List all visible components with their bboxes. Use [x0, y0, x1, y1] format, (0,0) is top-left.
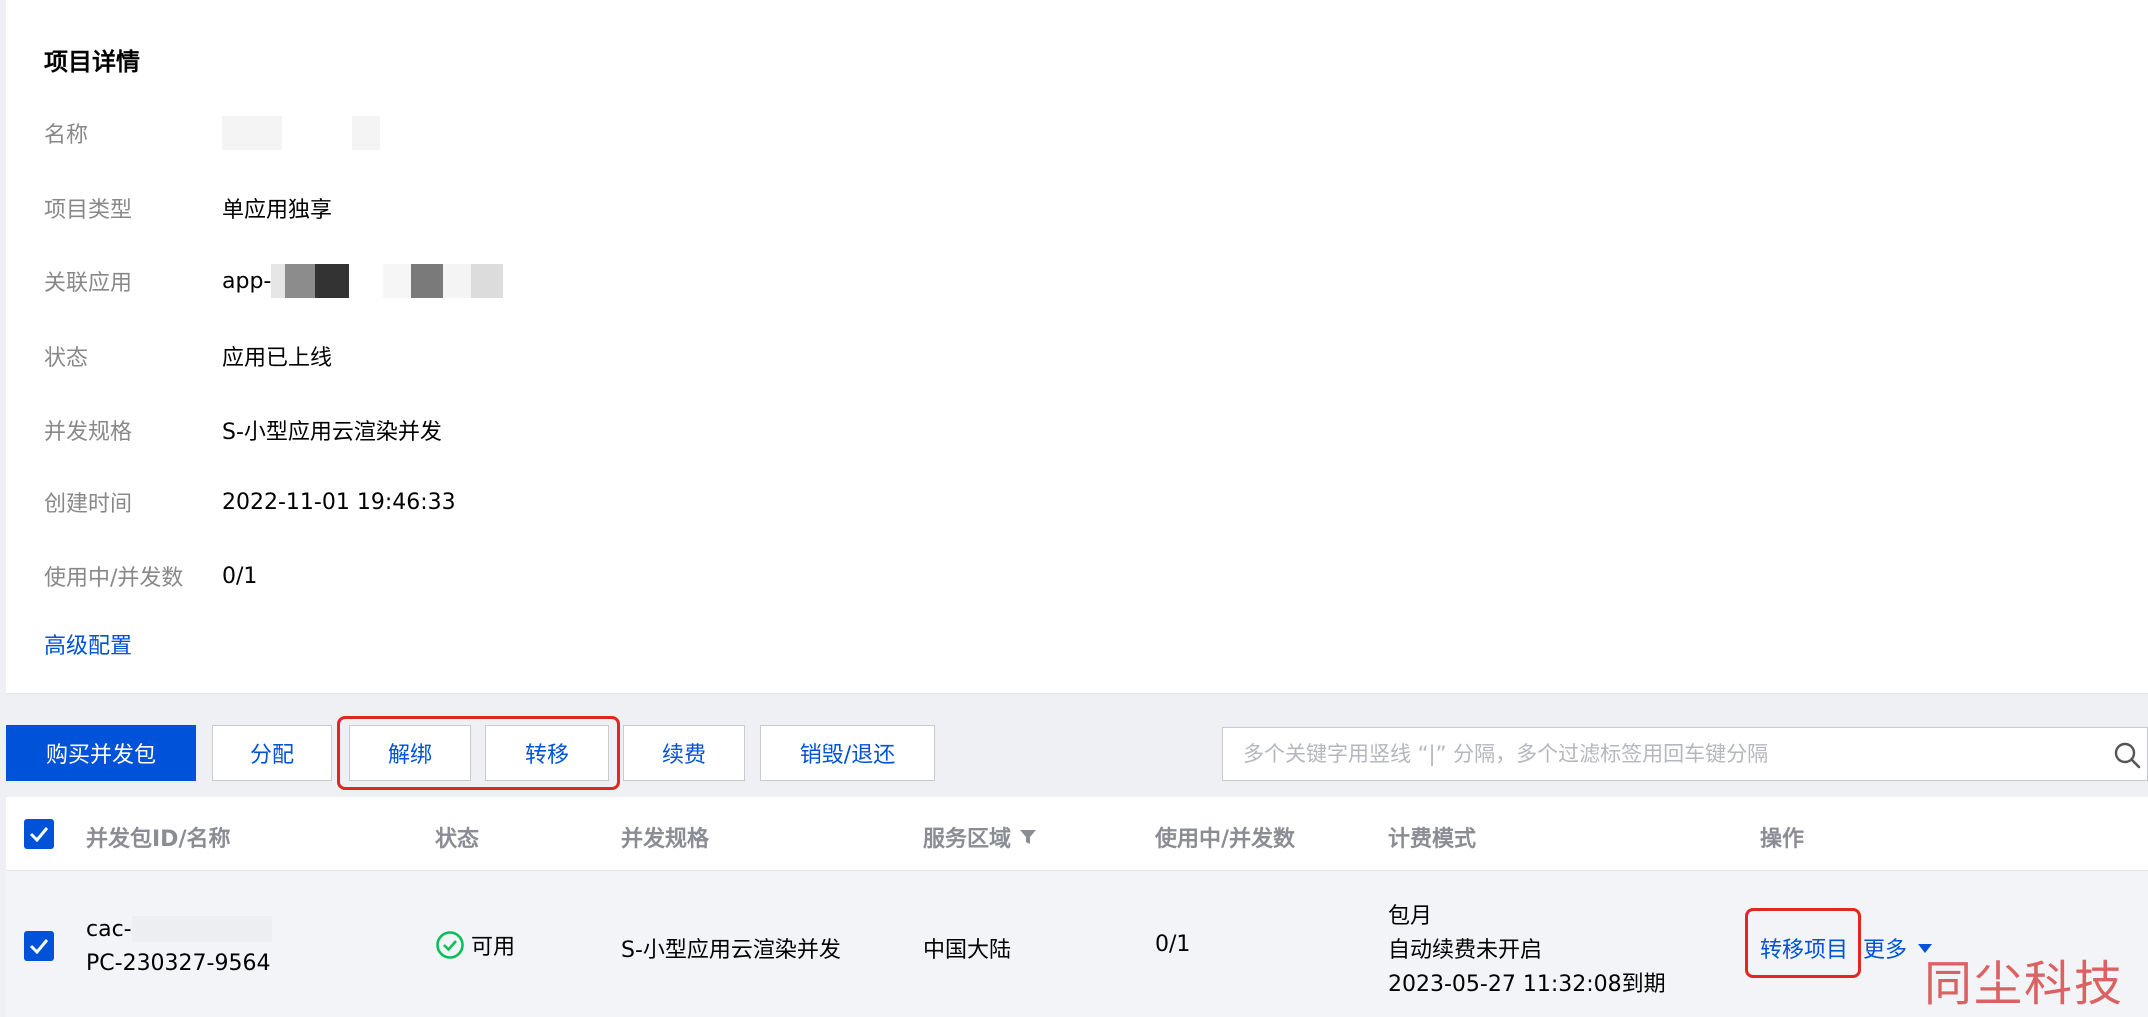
- col-header-region: 服务区域: [923, 821, 1037, 853]
- detail-title: 项目详情: [44, 48, 140, 76]
- field-spec: 并发规格 S-小型应用云渲染并发: [44, 415, 442, 445]
- field-type: 项目类型 单应用独享: [44, 193, 332, 223]
- redacted-block: [443, 264, 472, 298]
- col-header-region-label: 服务区域: [923, 827, 1012, 852]
- more-actions-label: 更多: [1863, 938, 1908, 963]
- package-table: 并发包ID/名称 状态 并发规格 服务区域 使用中/并发数 计费模式 操作 ca…: [6, 797, 2148, 1017]
- search-box: [1222, 727, 2148, 781]
- usage-cell: 0/1: [1155, 932, 1191, 957]
- row-checkbox[interactable]: [24, 931, 54, 961]
- field-value-type: 单应用独享: [222, 198, 333, 223]
- field-usage: 使用中/并发数 0/1: [44, 561, 258, 592]
- more-actions-dropdown[interactable]: 更多: [1863, 932, 1933, 964]
- field-status: 状态 应用已上线: [44, 341, 332, 371]
- check-icon: [29, 939, 49, 954]
- expire-time: 2023-05-27 11:32:08到期: [1388, 972, 1666, 997]
- field-value-spec: S-小型应用云渲染并发: [222, 420, 442, 445]
- field-label: 使用中/并发数: [44, 566, 184, 591]
- field-created: 创建时间 2022-11-01 19:46:33: [44, 487, 456, 518]
- col-header-actions: 操作: [1760, 827, 1805, 852]
- status-text: 可用: [471, 935, 516, 960]
- billing-mode: 包月: [1388, 904, 1433, 929]
- auto-renew-status: 自动续费未开启: [1388, 938, 1543, 963]
- app-id-prefix: app-: [222, 268, 272, 294]
- field-value-app: app-: [222, 264, 504, 298]
- package-id[interactable]: cac-: [86, 917, 132, 942]
- field-label: 创建时间: [44, 492, 133, 517]
- check-icon: [29, 827, 49, 842]
- status-cell: 可用: [435, 929, 515, 961]
- field-label: 项目类型: [44, 198, 133, 223]
- search-icon[interactable]: [2113, 741, 2141, 769]
- redacted-block: [271, 264, 286, 298]
- destroy-return-button[interactable]: 销毁/退还: [760, 725, 935, 781]
- advanced-config-link[interactable]: 高级配置: [44, 628, 132, 660]
- redacted-block: [383, 264, 412, 298]
- buy-package-button[interactable]: 购买并发包: [6, 725, 196, 781]
- field-label: 并发规格: [44, 420, 133, 445]
- redacted-block: [352, 116, 380, 150]
- package-id-cell: cac-: [86, 916, 272, 942]
- filter-icon[interactable]: [1019, 828, 1037, 846]
- highlight-frame: [1745, 908, 1861, 978]
- redacted-block: [131, 916, 272, 942]
- redacted-block: [315, 264, 350, 298]
- field-value-name: [222, 116, 380, 150]
- search-input[interactable]: [1243, 742, 2103, 766]
- field-label: 状态: [44, 346, 89, 371]
- redacted-block: [282, 116, 352, 150]
- redacted-block: [471, 264, 504, 298]
- renew-button[interactable]: 续费: [623, 725, 745, 781]
- check-circle-icon: [436, 931, 464, 959]
- table-header: 并发包ID/名称 状态 并发规格 服务区域 使用中/并发数 计费模式 操作: [6, 797, 2148, 871]
- field-name: 名称: [44, 116, 380, 150]
- redacted-block: [222, 116, 282, 150]
- redacted-block: [411, 264, 444, 298]
- field-app: 关联应用 app-: [44, 264, 504, 298]
- field-label: 名称: [44, 123, 89, 148]
- region-cell: 中国大陆: [923, 938, 1012, 963]
- package-name: PC-230327-9564: [86, 951, 271, 976]
- spec-cell: S-小型应用云渲染并发: [621, 938, 841, 963]
- field-value-usage: 0/1: [222, 563, 258, 589]
- col-header-spec: 并发规格: [621, 827, 710, 852]
- col-header-status: 状态: [435, 827, 480, 852]
- redacted-block: [349, 264, 384, 298]
- highlight-frame: [337, 716, 620, 790]
- field-value-status: 应用已上线: [222, 346, 333, 371]
- field-value-created: 2022-11-01 19:46:33: [222, 489, 456, 515]
- assign-button[interactable]: 分配: [212, 725, 332, 781]
- select-all-checkbox[interactable]: [24, 819, 54, 849]
- field-label: 关联应用: [44, 271, 133, 296]
- col-header-id: 并发包ID/名称: [86, 827, 231, 852]
- watermark: 同尘科技: [1924, 956, 2125, 1012]
- col-header-usage: 使用中/并发数: [1155, 827, 1296, 852]
- col-header-billing: 计费模式: [1388, 827, 1477, 852]
- project-detail-card: 项目详情 名称 项目类型 单应用独享 关联应用 app- 状态 应用已上线 并发…: [6, 0, 2148, 694]
- redacted-block: [285, 264, 316, 298]
